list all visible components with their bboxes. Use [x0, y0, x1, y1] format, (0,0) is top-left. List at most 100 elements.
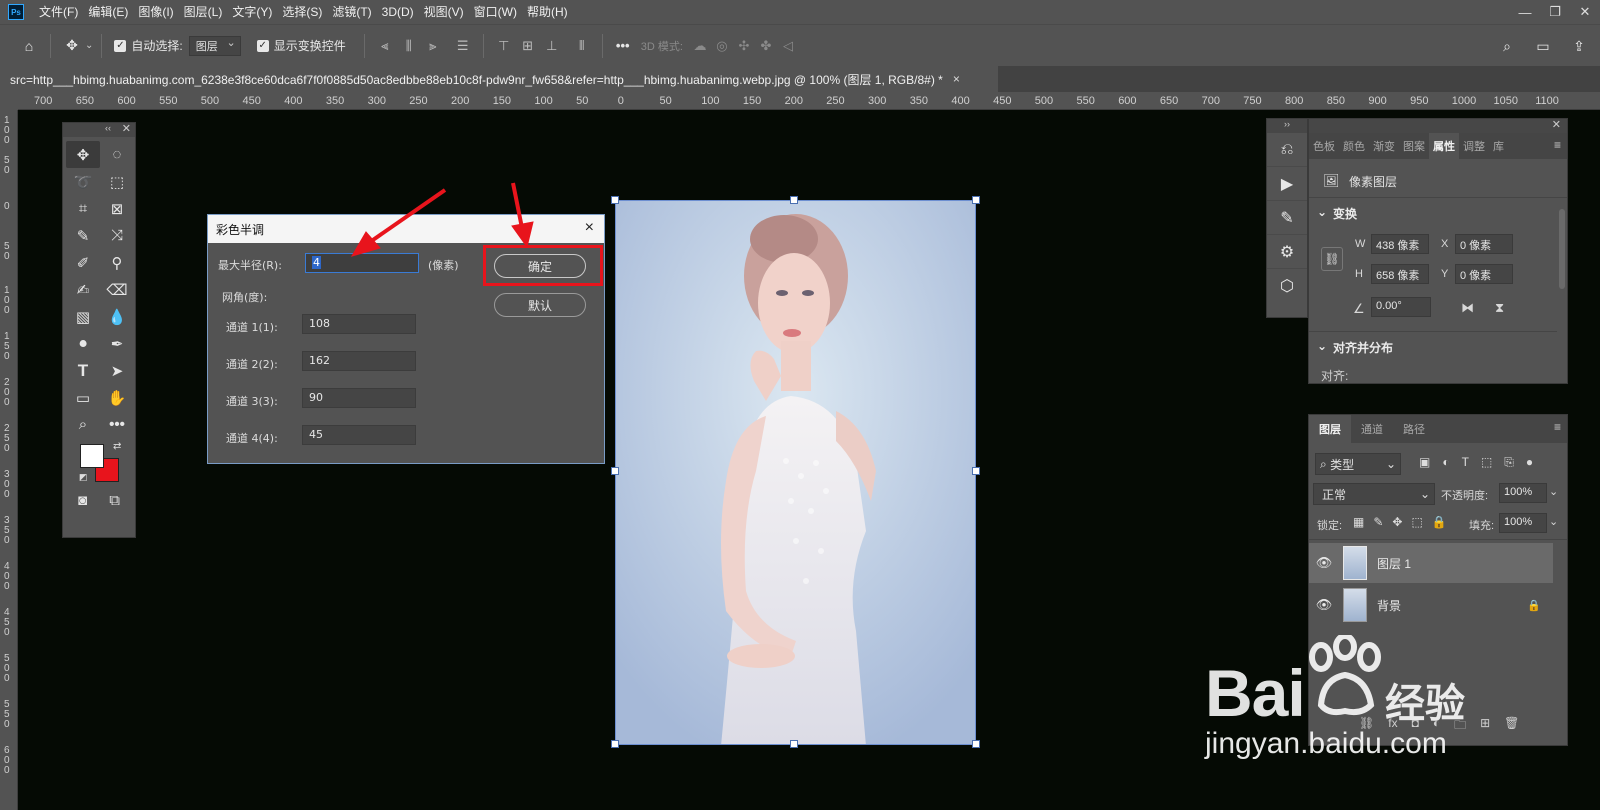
channel-3-input[interactable]: 90: [302, 388, 416, 408]
properties-scrollbar[interactable]: [1559, 209, 1565, 289]
close-panel-icon[interactable]: ✕: [122, 122, 131, 135]
menu-image[interactable]: 图像(I): [133, 0, 178, 24]
workspace-icon[interactable]: ▭: [1530, 33, 1556, 59]
show-transform-checkbox[interactable]: ✓: [256, 39, 269, 52]
filter-type-icon[interactable]: T: [1462, 455, 1469, 470]
swap-colors-icon[interactable]: ⇄: [113, 441, 121, 452]
tab-swatches[interactable]: 色板: [1309, 133, 1339, 159]
adjust-sliders-icon[interactable]: ⚙: [1267, 235, 1307, 269]
layers-menu-icon[interactable]: ≡: [1554, 420, 1561, 434]
tab-paths[interactable]: 路径: [1393, 415, 1435, 443]
rectangle-tool-icon[interactable]: ▭: [66, 384, 100, 411]
lock-all-icon[interactable]: 🔒: [1432, 515, 1447, 529]
zoom-tool-icon[interactable]: ⌕: [66, 411, 100, 438]
menu-edit[interactable]: 编辑(E): [83, 0, 133, 24]
transform-handle[interactable]: [790, 196, 798, 204]
path-select-tool-icon[interactable]: ➤: [100, 357, 134, 384]
restore-icon[interactable]: ❐: [1540, 0, 1570, 24]
chevron-down-icon[interactable]: ⌄: [1549, 485, 1558, 498]
transform-handle[interactable]: [972, 196, 980, 204]
search-icon[interactable]: ⌕: [1494, 33, 1520, 59]
transform-handle[interactable]: [972, 467, 980, 475]
layer-row[interactable]: 👁 图层 1: [1309, 543, 1553, 583]
menu-3d[interactable]: 3D(D): [377, 0, 419, 24]
menu-type[interactable]: 文字(Y): [227, 0, 277, 24]
lock-transparent-icon[interactable]: ▦: [1353, 515, 1364, 529]
close-icon[interactable]: ✕: [1570, 0, 1600, 24]
quick-mask-icon[interactable]: ◙: [78, 492, 87, 509]
expand-icon[interactable]: ››: [1267, 119, 1307, 133]
properties-panel-header[interactable]: ✕: [1309, 119, 1567, 133]
align-hcenter-icon[interactable]: ⫼: [397, 34, 421, 58]
blur-tool-icon[interactable]: 💧: [100, 303, 134, 330]
layers-scrollbar[interactable]: [1559, 545, 1565, 547]
more-tools-icon[interactable]: •••: [100, 411, 134, 438]
distribute-vertical-icon[interactable]: ☰: [451, 34, 475, 58]
vertical-ruler[interactable]: 100 50 0 50 100 150 200 250 300 350 400 …: [0, 110, 18, 810]
tab-layers[interactable]: 图层: [1309, 415, 1351, 443]
foreground-color-swatch[interactable]: [80, 444, 104, 468]
actions-play-icon[interactable]: ▶: [1267, 167, 1307, 201]
lock-position-icon[interactable]: ✥: [1392, 515, 1402, 529]
home-icon[interactable]: ⌂: [16, 33, 42, 59]
align-right-icon[interactable]: ⫸: [421, 34, 445, 58]
close-panel-icon[interactable]: ✕: [1552, 118, 1561, 131]
dialog-close-icon[interactable]: ×: [585, 219, 594, 237]
transform-handle[interactable]: [790, 740, 798, 748]
auto-select-checkbox[interactable]: ✓: [114, 39, 127, 52]
transform-handle[interactable]: [611, 196, 619, 204]
layer-row[interactable]: 👁 背景 🔒: [1309, 585, 1553, 625]
filter-shape-icon[interactable]: ⬚: [1481, 455, 1492, 470]
horizontal-ruler[interactable]: 700 650 600 550 500 450 400 350 300 250 200 150 100 5…: [18, 92, 1600, 110]
blend-mode-dropdown[interactable]: 正常 ⌄: [1313, 483, 1435, 505]
height-input[interactable]: 658 像素: [1371, 264, 1429, 284]
visibility-eye-icon[interactable]: 👁: [1309, 555, 1339, 571]
hand-tool-icon[interactable]: ✋: [100, 384, 134, 411]
menu-select[interactable]: 选择(S): [277, 0, 327, 24]
filter-toggle-icon[interactable]: ●: [1526, 455, 1533, 470]
default-button[interactable]: 默认: [494, 293, 586, 317]
menu-file[interactable]: 文件(F): [34, 0, 83, 24]
tab-libraries[interactable]: 库: [1489, 133, 1508, 159]
transform-handle[interactable]: [972, 740, 980, 748]
3d-cube-icon[interactable]: ⬡: [1267, 269, 1307, 303]
minimize-icon[interactable]: —: [1510, 0, 1540, 24]
menu-filter[interactable]: 滤镜(T): [327, 0, 376, 24]
filter-pixel-icon[interactable]: ▣: [1419, 455, 1430, 470]
tab-properties[interactable]: 属性: [1429, 133, 1459, 159]
transform-handle[interactable]: [611, 467, 619, 475]
auto-select-dropdown[interactable]: 图层: [188, 35, 241, 56]
move-tool-icon[interactable]: ✥: [59, 33, 85, 59]
dialog-title-bar[interactable]: 彩色半调 ×: [208, 215, 604, 243]
panel-menu-icon[interactable]: ≡: [1554, 138, 1561, 152]
menu-layer[interactable]: 图层(L): [179, 0, 228, 24]
y-input[interactable]: 0 像素: [1455, 264, 1513, 284]
tab-channels[interactable]: 通道: [1351, 415, 1393, 443]
flip-vertical-icon[interactable]: ⧗: [1495, 300, 1504, 316]
more-options-icon[interactable]: •••: [611, 34, 635, 58]
x-input[interactable]: 0 像素: [1455, 234, 1513, 254]
object-select-tool-icon[interactable]: ⬚: [100, 168, 134, 195]
flip-horizontal-icon[interactable]: ⧓: [1461, 300, 1474, 316]
width-input[interactable]: 438 像素: [1371, 234, 1429, 254]
transform-section-toggle[interactable]: ⌄: [1317, 205, 1327, 219]
gradient-tool-icon[interactable]: ▧: [66, 303, 100, 330]
align-vcenter-icon[interactable]: ⊞: [516, 34, 540, 58]
tab-color[interactable]: 颜色: [1339, 133, 1369, 159]
eraser-tool-icon[interactable]: ⌫: [100, 276, 134, 303]
tab-patterns[interactable]: 图案: [1399, 133, 1429, 159]
link-dimensions-icon[interactable]: ⛓: [1321, 247, 1343, 271]
tab-gradients[interactable]: 渐变: [1369, 133, 1399, 159]
menu-help[interactable]: 帮助(H): [522, 0, 573, 24]
chevron-down-icon[interactable]: ⌄: [1549, 515, 1558, 528]
photoshop-logo-icon[interactable]: Ps: [8, 4, 24, 20]
align-left-icon[interactable]: ⫷: [373, 34, 397, 58]
frame-tool-icon[interactable]: ⊠: [100, 195, 134, 222]
document-tab[interactable]: src=http___hbimg.huabanimg.com_6238e3f8c…: [0, 66, 998, 92]
patch-tool-icon[interactable]: ⤨: [100, 222, 134, 249]
align-top-icon[interactable]: ⊤: [492, 34, 516, 58]
align-bottom-icon[interactable]: ⊥: [540, 34, 564, 58]
type-tool-icon[interactable]: T: [66, 357, 100, 384]
filter-adjustment-icon[interactable]: ◐: [1442, 455, 1449, 470]
move-tool-icon[interactable]: ✥: [66, 141, 100, 168]
